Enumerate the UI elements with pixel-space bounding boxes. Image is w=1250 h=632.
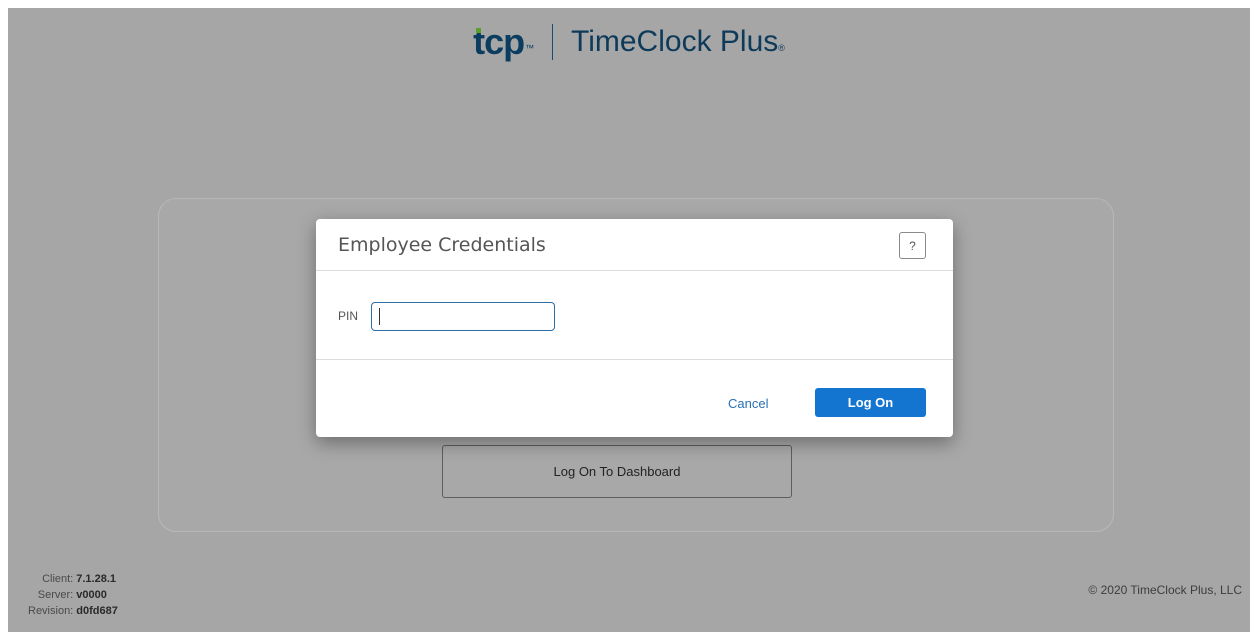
pin-input[interactable] — [371, 302, 555, 331]
client-version: 7.1.28.1 — [76, 573, 117, 585]
server-version-row: Server: v0000 — [28, 587, 124, 603]
server-version: v0000 — [76, 589, 107, 601]
logo-green-accent — [476, 28, 482, 33]
brand-logo: tcp™ TimeClock Plus® — [8, 22, 1250, 62]
logo-trademark: ™ — [525, 43, 534, 53]
logo-wordmark: TimeClock Plus® — [571, 22, 785, 62]
log-on-to-dashboard-button[interactable]: Log On To Dashboard — [442, 445, 792, 498]
employee-credentials-dialog: Employee Credentials ? PIN Cancel Log On — [316, 219, 953, 437]
server-label: Server: — [37, 589, 74, 601]
version-info: Client: 7.1.28.1 Server: v0000 Revision: d0… — [28, 571, 124, 619]
pin-label: PIN — [338, 309, 359, 323]
text-cursor — [379, 308, 380, 325]
revision-label: Revision: — [28, 605, 74, 617]
log-on-button[interactable]: Log On — [815, 388, 926, 417]
page-backdrop: tcp™ TimeClock Plus® Log On To Dashboard… — [8, 8, 1250, 632]
cancel-button[interactable]: Cancel — [728, 396, 768, 411]
logo-registered: ® — [778, 43, 785, 53]
help-button[interactable]: ? — [899, 232, 926, 259]
client-label: Client: — [42, 573, 74, 585]
question-mark-icon: ? — [909, 238, 916, 253]
tcp-logo-mark: tcp™ — [473, 22, 534, 62]
client-version-row: Client: 7.1.28.1 — [28, 571, 124, 587]
dialog-body: PIN — [316, 271, 953, 360]
dashboard-button-label: Log On To Dashboard — [553, 464, 681, 479]
revision-row: Revision: d0fd687 — [28, 603, 124, 619]
revision-value: d0fd687 — [76, 605, 118, 617]
dialog-title: Employee Credentials — [338, 234, 546, 256]
dialog-footer: Cancel Log On — [316, 360, 953, 437]
copyright-notice: © 2020 TimeClock Plus, LLC — [1088, 583, 1242, 597]
logo-divider — [551, 24, 553, 60]
dialog-header: Employee Credentials ? — [316, 219, 953, 271]
logo-wordmark-text: TimeClock Plus — [571, 25, 779, 58]
